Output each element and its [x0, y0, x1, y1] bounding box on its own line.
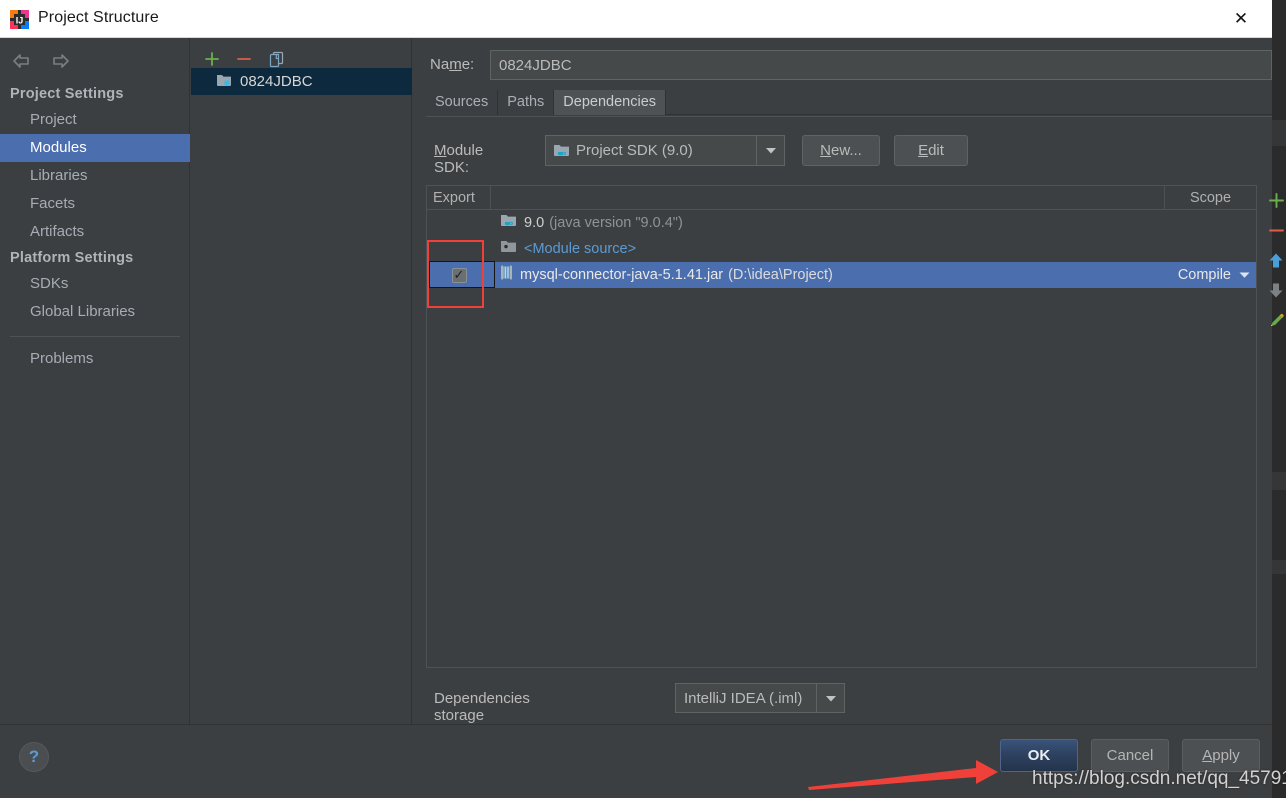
- sdk-folder-icon: [553, 143, 570, 158]
- modules-tree-pane: 0824JDBC: [191, 38, 412, 724]
- add-dependency-button[interactable]: [1262, 185, 1286, 215]
- arrow-left-icon[interactable]: [8, 48, 36, 74]
- dependencies-table-header: Export Scope: [427, 186, 1256, 210]
- settings-navigation-pane: Project Settings Project Modules Librari…: [0, 38, 190, 724]
- module-folder-icon: [216, 72, 232, 91]
- apply-button[interactable]: Apply: [1182, 739, 1260, 772]
- remove-dependency-button[interactable]: [1262, 215, 1286, 245]
- export-checkbox[interactable]: ✓: [451, 267, 467, 283]
- storage-format-combobox[interactable]: IntelliJ IDEA (.iml): [675, 683, 845, 713]
- tab-sources[interactable]: Sources: [426, 90, 499, 115]
- dependency-name-cell: mysql-connector-java-5.1.41.jar (D:\idea…: [491, 265, 1165, 285]
- column-header-scope[interactable]: Scope: [1165, 186, 1256, 209]
- dependency-name: 9.0: [524, 215, 545, 231]
- sdk-jdk-icon: [500, 213, 517, 233]
- module-name-input[interactable]: [490, 50, 1272, 80]
- sidebar-item-libraries[interactable]: Libraries: [0, 162, 190, 190]
- ide-background-strip: [1272, 0, 1286, 798]
- move-down-button[interactable]: [1262, 275, 1286, 305]
- tab-paths[interactable]: Paths: [498, 90, 555, 115]
- dependency-name: <Module source>: [524, 241, 637, 257]
- edit-dependency-button[interactable]: [1262, 305, 1286, 335]
- module-sdk-combobox[interactable]: Project SDK (9.0): [545, 135, 785, 166]
- dependency-detail: (D:\idea\Project): [728, 267, 833, 283]
- svg-text:IJ: IJ: [16, 16, 24, 26]
- dependency-name-cell: 9.0 (java version "9.0.4"): [491, 213, 1165, 233]
- new-sdk-button[interactable]: New...: [802, 135, 880, 166]
- module-tree-item-label: 0824JDBC: [240, 73, 313, 90]
- module-editor-pane: Name: Sources Paths Dependencies Module …: [413, 38, 1284, 741]
- module-sdk-value: Project SDK (9.0): [576, 142, 693, 159]
- chevron-down-icon[interactable]: [816, 684, 844, 713]
- module-name-label: Name:: [430, 56, 475, 73]
- sidebar-item-modules[interactable]: Modules: [0, 134, 190, 162]
- table-row[interactable]: ✓ mysql-connector-java-5.1.41.jar (D:\id…: [427, 261, 1256, 288]
- column-header-name[interactable]: [491, 186, 1165, 209]
- module-sdk-label: Module SDK:: [434, 142, 484, 176]
- dependencies-rows: 9.0 (java version "9.0.4") <Module sourc…: [427, 210, 1256, 288]
- dependencies-side-toolbar: [1262, 185, 1286, 335]
- table-row[interactable]: 9.0 (java version "9.0.4"): [427, 210, 1256, 236]
- arrow-right-icon[interactable]: [46, 48, 74, 74]
- settings-list: Project Settings Project Modules Librari…: [0, 82, 190, 373]
- question-mark-icon[interactable]: ?: [19, 742, 49, 772]
- window-title: Project Structure: [38, 9, 159, 26]
- sidebar-item-problems[interactable]: Problems: [0, 345, 190, 373]
- jar-file-icon: [500, 265, 513, 285]
- checkmark-icon: ✓: [453, 267, 465, 282]
- column-header-export[interactable]: Export: [427, 186, 491, 209]
- dependencies-table: Export Scope 9.0 (java version "9.0.4") …: [426, 185, 1257, 668]
- project-structure-dialog: IJ Project Structure ✕ Project Settings …: [0, 0, 1286, 798]
- scope-cell[interactable]: Compile: [1165, 266, 1256, 284]
- dialog-body: Project Settings Project Modules Librari…: [0, 38, 1284, 798]
- sidebar-item-facets[interactable]: Facets: [0, 190, 190, 218]
- sidebar-item-global-libraries[interactable]: Global Libraries: [0, 298, 190, 326]
- module-name-row: Name:: [426, 50, 1272, 82]
- sidebar-item-project[interactable]: Project: [0, 106, 190, 134]
- scope-value: Compile: [1177, 267, 1231, 283]
- cancel-button[interactable]: Cancel: [1091, 739, 1169, 772]
- storage-format-value: IntelliJ IDEA (.iml): [684, 689, 803, 707]
- dependency-name-cell: <Module source>: [491, 239, 1165, 259]
- dependency-detail: (java version "9.0.4"): [549, 215, 683, 231]
- sidebar-item-sdks[interactable]: SDKs: [0, 270, 190, 298]
- dialog-footer: ? OK Cancel Apply: [0, 724, 1272, 798]
- chevron-down-icon[interactable]: [1239, 266, 1250, 284]
- dependencies-panel: Module SDK: Project SDK (9.0) New... Edi…: [426, 116, 1284, 741]
- navigation-arrows: [8, 48, 74, 74]
- dependency-name: mysql-connector-java-5.1.41.jar: [520, 267, 724, 283]
- export-cell: ✓: [427, 261, 495, 288]
- module-tree-item-0824jdbc[interactable]: 0824JDBC: [191, 68, 412, 95]
- ok-button[interactable]: OK: [1000, 739, 1078, 772]
- module-source-icon: [500, 239, 517, 259]
- edit-sdk-button[interactable]: Edit: [894, 135, 968, 166]
- close-icon[interactable]: ✕: [1218, 0, 1264, 37]
- sidebar-item-artifacts[interactable]: Artifacts: [0, 218, 190, 246]
- move-up-button[interactable]: [1262, 245, 1286, 275]
- chevron-down-icon[interactable]: [756, 136, 784, 165]
- group-heading-platform-settings: Platform Settings: [10, 250, 134, 266]
- table-row[interactable]: <Module source>: [427, 236, 1256, 262]
- group-heading-project-settings: Project Settings: [10, 86, 124, 102]
- tab-dependencies[interactable]: Dependencies: [554, 90, 667, 115]
- sidebar-divider: [10, 336, 180, 337]
- intellij-idea-icon: IJ: [10, 10, 29, 29]
- module-editor-tabs: Sources Paths Dependencies: [426, 90, 1272, 115]
- title-bar: IJ Project Structure ✕: [0, 0, 1272, 38]
- modules-tree: 0824JDBC: [191, 68, 412, 95]
